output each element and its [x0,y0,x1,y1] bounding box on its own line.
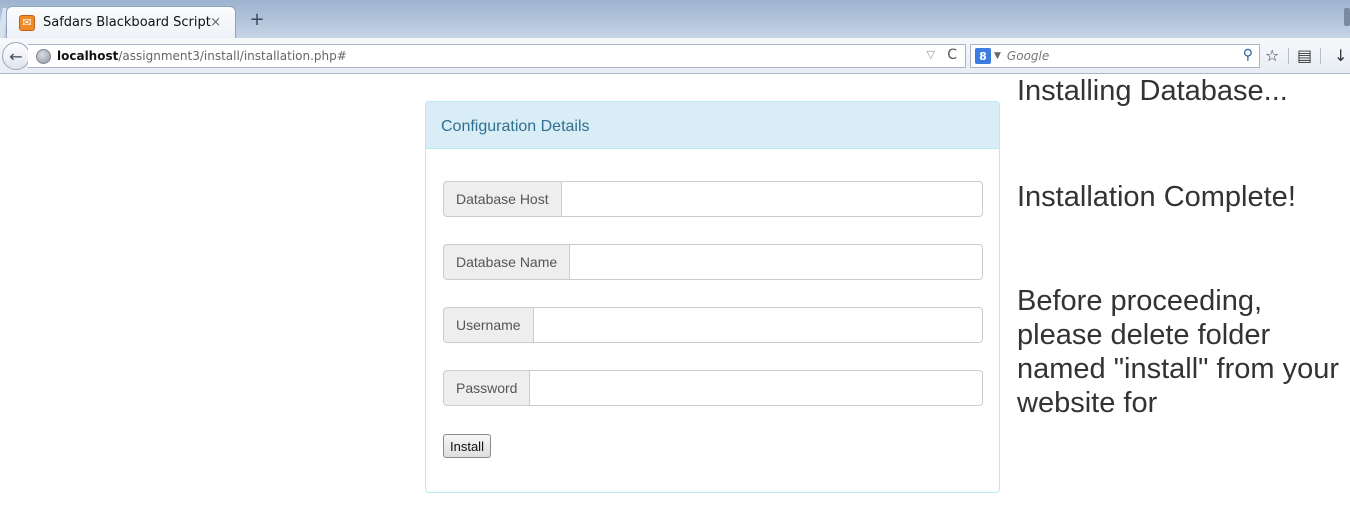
username-group: Username [443,307,983,343]
username-input[interactable] [533,307,983,343]
bookmark-star-icon[interactable]: ☆ [1265,46,1279,66]
url-path: /assignment3/install/installation.php# [118,49,347,63]
password-label: Password [443,370,531,406]
delete-install-notice: Before proceeding, please delete folder … [1017,285,1339,419]
site-identity-icon[interactable] [36,48,51,64]
password-input[interactable] [530,370,983,406]
toolbar-separator [1320,48,1321,64]
address-url[interactable]: localhost/assignment3/install/installati… [57,49,347,63]
search-go-icon[interactable]: ⚲ [1243,47,1253,63]
configuration-panel: Configuration Details Database Host Data… [425,101,1000,493]
toolbar-separator [1288,48,1289,64]
browser-tab-bar: ✉ Safdars Blackboard Script × + [0,0,1350,38]
username-label: Username [443,307,534,343]
reading-list-icon[interactable]: ▤ [1297,46,1312,66]
back-button[interactable]: ← [2,42,30,70]
reload-icon[interactable]: C [947,47,957,63]
install-button[interactable]: Install [443,434,491,458]
history-dropdown-icon[interactable]: ▽ [927,48,935,61]
installing-database-text: Installing Database... [1017,75,1288,107]
database-name-input[interactable] [570,244,983,280]
back-arrow-icon: ← [9,46,23,66]
password-group: Password [443,370,983,406]
search-input[interactable]: Google [1007,49,1049,63]
database-name-group: Database Name [443,244,983,280]
engine-caret-icon[interactable]: ▼ [994,51,1001,61]
tab-title: Safdars Blackboard Script [43,15,211,30]
url-host: localhost [57,49,119,63]
installation-complete-text: Installation Complete! [1017,181,1296,213]
browser-tab[interactable]: ✉ Safdars Blackboard Script × [6,6,236,38]
address-bar[interactable]: localhost/assignment3/install/installati… [28,44,966,68]
site-favicon-icon: ✉ [19,14,35,31]
database-host-input[interactable] [561,181,983,217]
database-name-label: Database Name [443,244,571,280]
search-engine-icon[interactable]: 8 [975,48,991,64]
search-bar[interactable]: 8 ▼ Google ⚲ [970,44,1260,68]
close-tab-icon[interactable]: × [210,15,221,30]
database-host-label: Database Host [443,181,562,217]
tab-scroll-handle[interactable] [1344,8,1350,26]
database-host-group: Database Host [443,181,983,217]
download-icon[interactable]: ↓ [1334,46,1347,66]
browser-nav-bar: ← localhost/assignment3/install/installa… [0,38,1350,74]
panel-heading: Configuration Details [426,102,999,149]
new-tab-button[interactable]: + [244,8,270,32]
